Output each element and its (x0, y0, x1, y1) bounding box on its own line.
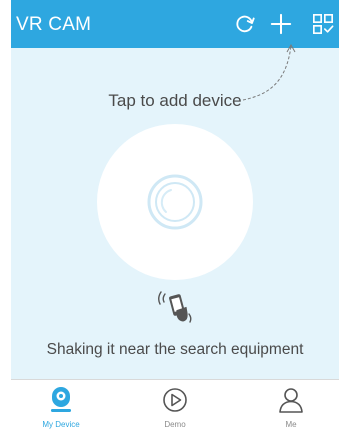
tab-demo[interactable]: Demo (135, 380, 215, 433)
tab-label-demo: Demo (164, 420, 186, 429)
tab-my-device[interactable]: My Device (21, 380, 101, 433)
tab-label-my-device: My Device (42, 420, 80, 429)
camera-icon (51, 387, 71, 412)
refresh-button[interactable] (231, 10, 259, 38)
tab-me[interactable]: Me (251, 380, 331, 433)
app-frame: VR CAM Tap to add device Shaking it near… (11, 0, 339, 433)
person-icon (279, 388, 303, 413)
qr-scan-button[interactable] (309, 10, 337, 38)
refresh-icon (236, 15, 255, 33)
shake-instruction: Shaking it near the search equipment (46, 341, 304, 358)
add-device-button[interactable] (267, 10, 295, 38)
add-device-hint: Tap to add device (108, 91, 242, 110)
play-icon (163, 388, 187, 412)
add-device-circle-icon (147, 174, 203, 230)
app-title: VR CAM (16, 14, 92, 35)
qr-scan-icon (313, 14, 334, 34)
shake-phone-icon (158, 291, 192, 323)
add-device-circle-button[interactable] (97, 124, 253, 280)
plus-icon (270, 13, 292, 35)
bottom-tab-bar: My Device Demo Me (11, 379, 339, 433)
tab-label-me: Me (285, 420, 297, 429)
